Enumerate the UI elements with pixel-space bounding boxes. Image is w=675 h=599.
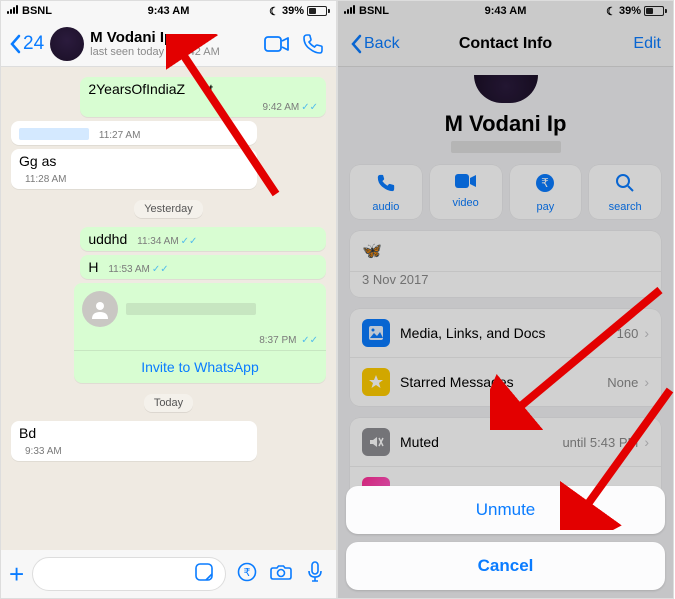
attach-button[interactable]: + bbox=[9, 559, 24, 590]
read-ticks-icon: ✓✓ bbox=[181, 236, 198, 247]
action-sheet: Unmute Cancel bbox=[346, 478, 665, 590]
phone-icon bbox=[302, 33, 324, 55]
message-time: 9:33 AM bbox=[25, 446, 62, 457]
last-seen-label: last seen today at 9:42 AM bbox=[90, 46, 256, 58]
header-title-block[interactable]: M Vodani Ip last seen today at 9:42 AM bbox=[90, 29, 256, 58]
message-text: Gg as bbox=[19, 153, 56, 169]
incoming-message[interactable]: 11:27 AM bbox=[11, 121, 257, 145]
clock-label: 9:43 AM bbox=[1, 5, 336, 17]
back-button[interactable]: 24 bbox=[9, 33, 44, 55]
chevron-right-icon: › bbox=[644, 374, 649, 390]
clock-label: 9:43 AM bbox=[338, 5, 673, 17]
message-input[interactable] bbox=[32, 557, 226, 591]
message-time: 11:34 AM bbox=[137, 236, 179, 247]
chevron-left-icon bbox=[9, 34, 21, 54]
status-bar: BSNL 9:43 AM ☾ 39% bbox=[1, 1, 336, 21]
contact-avatar[interactable] bbox=[50, 27, 84, 61]
search-icon bbox=[615, 173, 635, 193]
shared-contact-avatar bbox=[82, 291, 118, 327]
row-starred[interactable]: Starred Messages None › bbox=[350, 357, 661, 406]
star-icon bbox=[362, 368, 390, 396]
contact-name: M Vodani Ip bbox=[90, 29, 256, 46]
message-text: H bbox=[88, 259, 98, 275]
action-search[interactable]: search bbox=[589, 165, 661, 219]
mic-icon[interactable] bbox=[302, 561, 328, 588]
row-muted[interactable]: Muted until 5:43 PM › bbox=[350, 418, 661, 466]
page-title: Contact Info bbox=[338, 35, 673, 53]
message-text: uddhd bbox=[88, 231, 127, 247]
info-header: Back Contact Info Edit bbox=[338, 21, 673, 67]
butterfly-icon: 🦋 bbox=[362, 241, 382, 261]
info-body: M Vodani Ip audio video ₹pay search 🦋 3 … bbox=[338, 67, 673, 515]
message-time: 11:27 AM bbox=[99, 130, 141, 141]
action-pay[interactable]: ₹pay bbox=[510, 165, 582, 219]
message-time: 9:42 AM bbox=[263, 102, 300, 113]
redacted-text bbox=[19, 128, 89, 140]
rupee-icon[interactable]: ₹ bbox=[234, 562, 260, 587]
svg-text:₹: ₹ bbox=[244, 567, 251, 579]
links-card: Media, Links, and Docs 160 › Starred Mes… bbox=[350, 309, 661, 406]
sticker-icon[interactable] bbox=[191, 562, 217, 587]
contact-name: M Vodani Ip bbox=[350, 111, 661, 137]
chevron-right-icon: › bbox=[644, 325, 649, 341]
battery-icon bbox=[307, 6, 330, 16]
status-bar: BSNL 9:43 AM ☾ 39% bbox=[338, 1, 673, 21]
row-media[interactable]: Media, Links, and Docs 160 › bbox=[350, 309, 661, 357]
shared-contact-card[interactable]: 8:37 PM ✓✓ Invite to WhatsApp bbox=[74, 283, 326, 383]
chat-input-bar: + ₹ bbox=[1, 550, 336, 598]
phone-icon bbox=[376, 173, 396, 193]
action-video[interactable]: video bbox=[430, 165, 502, 219]
chat-body[interactable]: 2YearsOfIndiaZt 9:42 AM✓✓ 11:27 AM Gg as… bbox=[1, 67, 336, 550]
incoming-message[interactable]: Gg as 11:28 AM bbox=[11, 149, 257, 189]
message-text: Bd bbox=[19, 425, 36, 441]
svg-text:₹: ₹ bbox=[542, 176, 550, 190]
muted-icon bbox=[362, 428, 390, 456]
outgoing-message[interactable]: uddhd 11:34 AM✓✓ bbox=[80, 227, 326, 251]
message-time: 11:28 AM bbox=[25, 174, 67, 185]
outgoing-message[interactable]: H 11:53 AM✓✓ bbox=[80, 255, 326, 279]
video-icon bbox=[264, 35, 290, 53]
chat-screen: BSNL 9:43 AM ☾ 39% 24 M Vodani Ip last s… bbox=[0, 0, 337, 599]
rupee-icon: ₹ bbox=[535, 173, 555, 193]
action-audio[interactable]: audio bbox=[350, 165, 422, 219]
media-icon bbox=[362, 319, 390, 347]
person-icon bbox=[89, 298, 111, 320]
message-text: 2YearsOfIndiaZ bbox=[88, 81, 185, 97]
read-ticks-icon: ✓✓ bbox=[301, 335, 318, 346]
date-separator: Today bbox=[11, 393, 326, 411]
unmute-button[interactable]: Unmute bbox=[346, 486, 665, 534]
contact-info-screen: BSNL 9:43 AM ☾ 39% Back Contact Info Edi… bbox=[337, 0, 674, 599]
phone-number-redacted bbox=[451, 141, 561, 153]
battery-icon bbox=[644, 6, 667, 16]
about-date: 3 Nov 2017 bbox=[362, 272, 429, 287]
about-card[interactable]: 🦋 3 Nov 2017 bbox=[350, 231, 661, 297]
chevron-right-icon: › bbox=[644, 434, 649, 450]
outgoing-message[interactable]: 2YearsOfIndiaZt 9:42 AM✓✓ bbox=[80, 77, 326, 117]
video-icon bbox=[455, 173, 477, 189]
chat-header: 24 M Vodani Ip last seen today at 9:42 A… bbox=[1, 21, 336, 67]
read-ticks-icon: ✓✓ bbox=[301, 102, 318, 113]
date-separator: Yesterday bbox=[11, 199, 326, 217]
incoming-message[interactable]: Bd 9:33 AM bbox=[11, 421, 257, 461]
action-row: audio video ₹pay search bbox=[350, 165, 661, 219]
video-call-button[interactable] bbox=[262, 29, 292, 59]
unread-count: 24 bbox=[23, 33, 44, 55]
invite-to-whatsapp-button[interactable]: Invite to WhatsApp bbox=[74, 350, 326, 383]
read-ticks-icon: ✓✓ bbox=[152, 264, 169, 275]
audio-call-button[interactable] bbox=[298, 29, 328, 59]
contact-avatar-large[interactable] bbox=[474, 75, 538, 103]
cancel-button[interactable]: Cancel bbox=[346, 542, 665, 590]
redacted-text bbox=[126, 303, 256, 315]
camera-icon[interactable] bbox=[268, 563, 294, 586]
message-time: 8:37 PM bbox=[259, 335, 296, 346]
message-time: 11:53 AM bbox=[108, 264, 150, 275]
